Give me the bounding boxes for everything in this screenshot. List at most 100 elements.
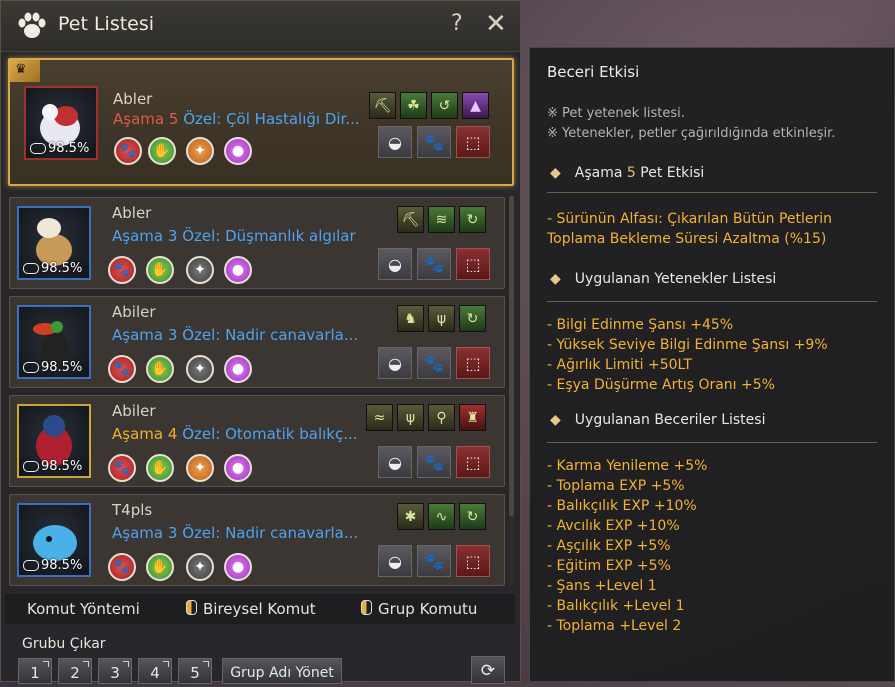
release-box-button[interactable]: ⬚ bbox=[456, 248, 490, 280]
feed-bowl-button[interactable]: ◒ bbox=[378, 248, 412, 280]
pet-portrait: 98.5% bbox=[17, 206, 91, 280]
paw-info-button[interactable]: 🐾 bbox=[417, 248, 451, 280]
paw-info-button[interactable]: 🐾 bbox=[417, 446, 451, 478]
individual-command-button[interactable]: Bireysel Komut bbox=[186, 600, 316, 618]
command-icon-red[interactable]: 🐾 bbox=[108, 553, 136, 581]
pet-portrait: 98.5% bbox=[24, 86, 98, 160]
help-button[interactable]: ? bbox=[451, 11, 463, 36]
group-3-button[interactable]: 3 bbox=[98, 658, 132, 684]
group-5-button[interactable]: 5 bbox=[178, 658, 212, 684]
release-box-button[interactable]: ⬚ bbox=[456, 545, 490, 577]
pet-portrait: 98.5% bbox=[17, 305, 91, 379]
paw-info-button[interactable]: 🐾 bbox=[417, 347, 451, 379]
pet-card-1[interactable]: ♛ 98.5% Abler Aşama 5 Özel: Çöl Hastalığ… bbox=[8, 58, 514, 186]
pet-card-3[interactable]: 98.5% Abiler Aşama 3 Özel: Nadir canavar… bbox=[9, 296, 505, 388]
hand-icon[interactable]: ✋ bbox=[148, 137, 176, 165]
diamond-icon: ◆ bbox=[550, 165, 561, 181]
feed-bowl-button[interactable]: ◒ bbox=[378, 347, 412, 379]
pet-card-5[interactable]: 98.5% T4pls Aşama 3 Özel: Nadir canavarl… bbox=[9, 494, 505, 586]
skill-deer-icon: ψ bbox=[428, 305, 455, 332]
skill-figure-icon: ♜ bbox=[459, 404, 486, 431]
list-scrollbar[interactable] bbox=[509, 196, 514, 586]
scrollbar-thumb[interactable] bbox=[509, 196, 514, 516]
skill-gather-icon: ↻ bbox=[459, 503, 486, 530]
bag-icon[interactable]: ● bbox=[224, 137, 252, 165]
mouse-left-icon bbox=[186, 600, 197, 615]
command-method-label: Komut Yöntemi bbox=[27, 600, 140, 618]
compass-icon[interactable]: ✦ bbox=[186, 553, 214, 581]
skill-cat-icon: ≈ bbox=[366, 404, 393, 431]
command-icon-red[interactable]: 🐾 bbox=[114, 137, 142, 165]
pet-name: Abler bbox=[112, 204, 152, 222]
pet-card-2[interactable]: 98.5% Abler Aşama 3 Özel: Düşmanlık algı… bbox=[9, 197, 505, 289]
group-4-button[interactable]: 4 bbox=[138, 658, 172, 684]
pet-portrait: 98.5% bbox=[17, 404, 91, 478]
bag-icon[interactable]: ● bbox=[224, 256, 252, 284]
applied-skills-heading: ◆ Uygulanan Beceriler Listesi bbox=[550, 412, 766, 428]
skill-deer-icon: ψ bbox=[397, 404, 424, 431]
applied-talents-heading: ◆ Uygulanan Yetenekler Listesi bbox=[550, 271, 777, 287]
skill-gather-icon: ↻ bbox=[459, 305, 486, 332]
command-icon-red[interactable]: 🐾 bbox=[108, 256, 136, 284]
bag-icon[interactable]: ● bbox=[224, 553, 252, 581]
mouse-right-icon bbox=[361, 600, 372, 615]
feed-bowl-button[interactable]: ◒ bbox=[378, 446, 412, 478]
release-box-button[interactable]: ⬚ bbox=[456, 126, 490, 158]
skill-scorpion-icon: ✱ bbox=[397, 503, 424, 530]
skill-swirl-icon: ↺ bbox=[431, 92, 458, 119]
paw-icon bbox=[18, 12, 46, 38]
compass-icon[interactable]: ✦ bbox=[186, 454, 214, 482]
skill-line: - Toplama +Level 2 bbox=[547, 618, 682, 634]
pet-name: Abiler bbox=[112, 402, 156, 420]
pet-stage: Aşama 3 Özel: Düşmanlık algılar bbox=[112, 227, 356, 245]
stage-effect-heading: ◆ Aşama 5 Pet Etkisi bbox=[550, 165, 705, 181]
diamond-icon: ◆ bbox=[550, 412, 561, 428]
hand-icon[interactable]: ✋ bbox=[146, 553, 174, 581]
talent-line: - Ağırlık Limiti +50LT bbox=[547, 357, 692, 373]
compass-icon[interactable]: ✦ bbox=[186, 256, 214, 284]
command-icon-red[interactable]: 🐾 bbox=[108, 355, 136, 383]
pet-percent: 98.5% bbox=[23, 459, 82, 474]
diamond-icon: ◆ bbox=[550, 271, 561, 287]
feed-bowl-button[interactable]: ◒ bbox=[378, 545, 412, 577]
pet-name: Abler bbox=[113, 90, 153, 108]
pet-percent: 98.5% bbox=[30, 141, 89, 156]
title-bar[interactable]: Pet Listesi ? ✕ bbox=[1, 1, 520, 52]
pet-percent: 98.5% bbox=[23, 360, 82, 375]
skill-potion-icon: ▲ bbox=[462, 92, 489, 119]
bag-icon[interactable]: ● bbox=[224, 355, 252, 383]
paw-info-button[interactable]: 🐾 bbox=[417, 126, 451, 158]
hand-icon[interactable]: ✋ bbox=[146, 355, 174, 383]
refresh-button[interactable]: ⟳ bbox=[471, 656, 505, 684]
paw-info-button[interactable]: 🐾 bbox=[417, 545, 451, 577]
compass-icon[interactable]: ✦ bbox=[186, 137, 214, 165]
skill-line: - Avcılık EXP +10% bbox=[547, 518, 680, 534]
feed-bowl-button[interactable]: ◒ bbox=[378, 126, 412, 158]
close-button[interactable]: ✕ bbox=[485, 9, 507, 39]
skill-gather-icon: ↻ bbox=[459, 206, 486, 233]
skill-line: - Aşçılık EXP +5% bbox=[547, 538, 671, 554]
hand-icon[interactable]: ✋ bbox=[146, 454, 174, 482]
skill-line: - Balıkçılık +Level 1 bbox=[547, 598, 685, 614]
group-1-button[interactable]: 1 bbox=[18, 658, 52, 684]
group-command-button[interactable]: Grup Komutu bbox=[361, 600, 477, 618]
hand-icon[interactable]: ✋ bbox=[146, 256, 174, 284]
manage-group-name-button[interactable]: Grup Adı Yönet bbox=[222, 658, 342, 684]
command-icon-red[interactable]: 🐾 bbox=[108, 454, 136, 482]
pet-stage: Aşama 4 Özel: Otomatik balıkç... bbox=[112, 425, 358, 443]
bag-icon[interactable]: ● bbox=[224, 454, 252, 482]
group-2-button[interactable]: 2 bbox=[58, 658, 92, 684]
skill-wing-icon: ≋ bbox=[428, 206, 455, 233]
compass-icon[interactable]: ✦ bbox=[186, 355, 214, 383]
pet-portrait: 98.5% bbox=[17, 503, 91, 577]
talent-line: - Bilgi Edinme Şansı +45% bbox=[547, 317, 734, 333]
panel-note-2: ※ Yetenekler, petler çağırıldığında etki… bbox=[547, 126, 836, 141]
skill-pickaxe-icon: ⛏ bbox=[397, 206, 424, 233]
panel-title: Beceri Etkisi bbox=[547, 63, 640, 81]
skill-line: - Karma Yenileme +5% bbox=[547, 458, 708, 474]
talent-line: - Yüksek Seviye Bilgi Edinme Şansı +9% bbox=[547, 337, 828, 353]
release-box-button[interactable]: ⬚ bbox=[456, 347, 490, 379]
release-box-button[interactable]: ⬚ bbox=[456, 446, 490, 478]
pet-card-4[interactable]: 98.5% Abiler Aşama 4 Özel: Otomatik balı… bbox=[9, 395, 505, 487]
crown-icon: ♛ bbox=[15, 62, 27, 77]
